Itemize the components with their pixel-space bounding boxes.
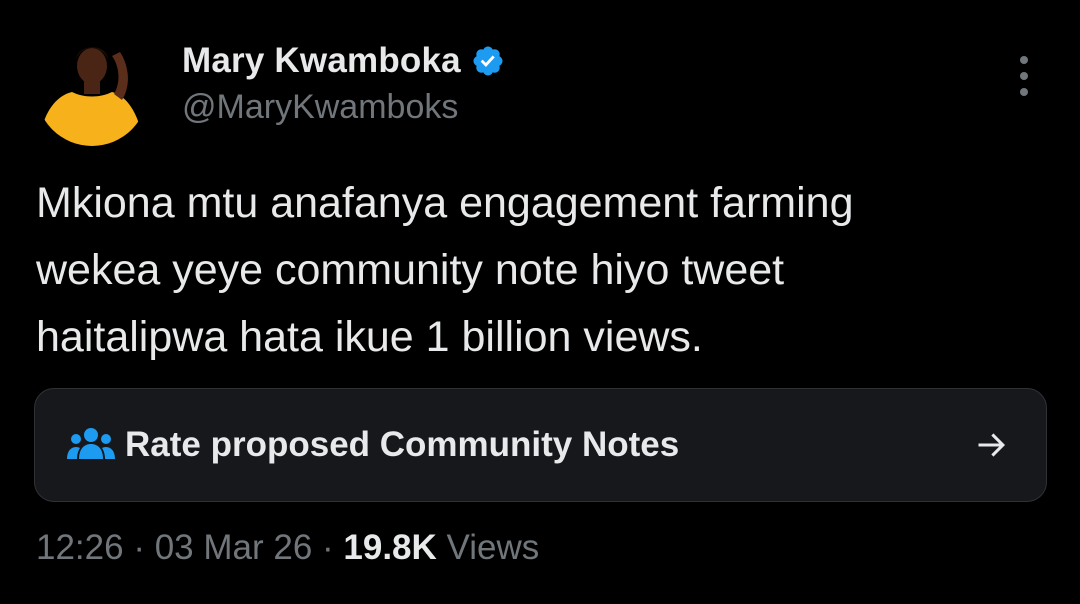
tweet-meta: 12:26 · 03 Mar 26 · 19.8K Views (36, 528, 539, 568)
avatar[interactable] (36, 34, 148, 146)
views-count[interactable]: 19.8K (343, 528, 436, 568)
name-row: Mary Kwamboka (182, 40, 505, 82)
views-label: Views (436, 528, 540, 567)
people-icon (67, 425, 115, 465)
arrow-right-icon (974, 427, 1010, 463)
verified-badge-icon[interactable] (471, 44, 505, 78)
display-name[interactable]: Mary Kwamboka (182, 41, 461, 81)
community-notes-label: Rate proposed Community Notes (125, 425, 680, 464)
tweet-date[interactable]: 03 Mar 26 (155, 528, 313, 568)
handle[interactable]: @MaryKwamboks (182, 88, 505, 127)
meta-separator: · (123, 528, 155, 567)
meta-separator: · (312, 528, 344, 567)
tweet: Mary Kwamboka @MaryKwamboks Mkiona mtu a… (0, 0, 1080, 604)
community-notes-card[interactable]: Rate proposed Community Notes (34, 388, 1047, 502)
author-info: Mary Kwamboka @MaryKwamboks (182, 40, 505, 127)
more-options-icon[interactable] (1012, 56, 1036, 96)
tweet-text: Mkiona mtu anafanya engagement farming w… (36, 179, 854, 361)
tweet-time[interactable]: 12:26 (36, 528, 124, 568)
